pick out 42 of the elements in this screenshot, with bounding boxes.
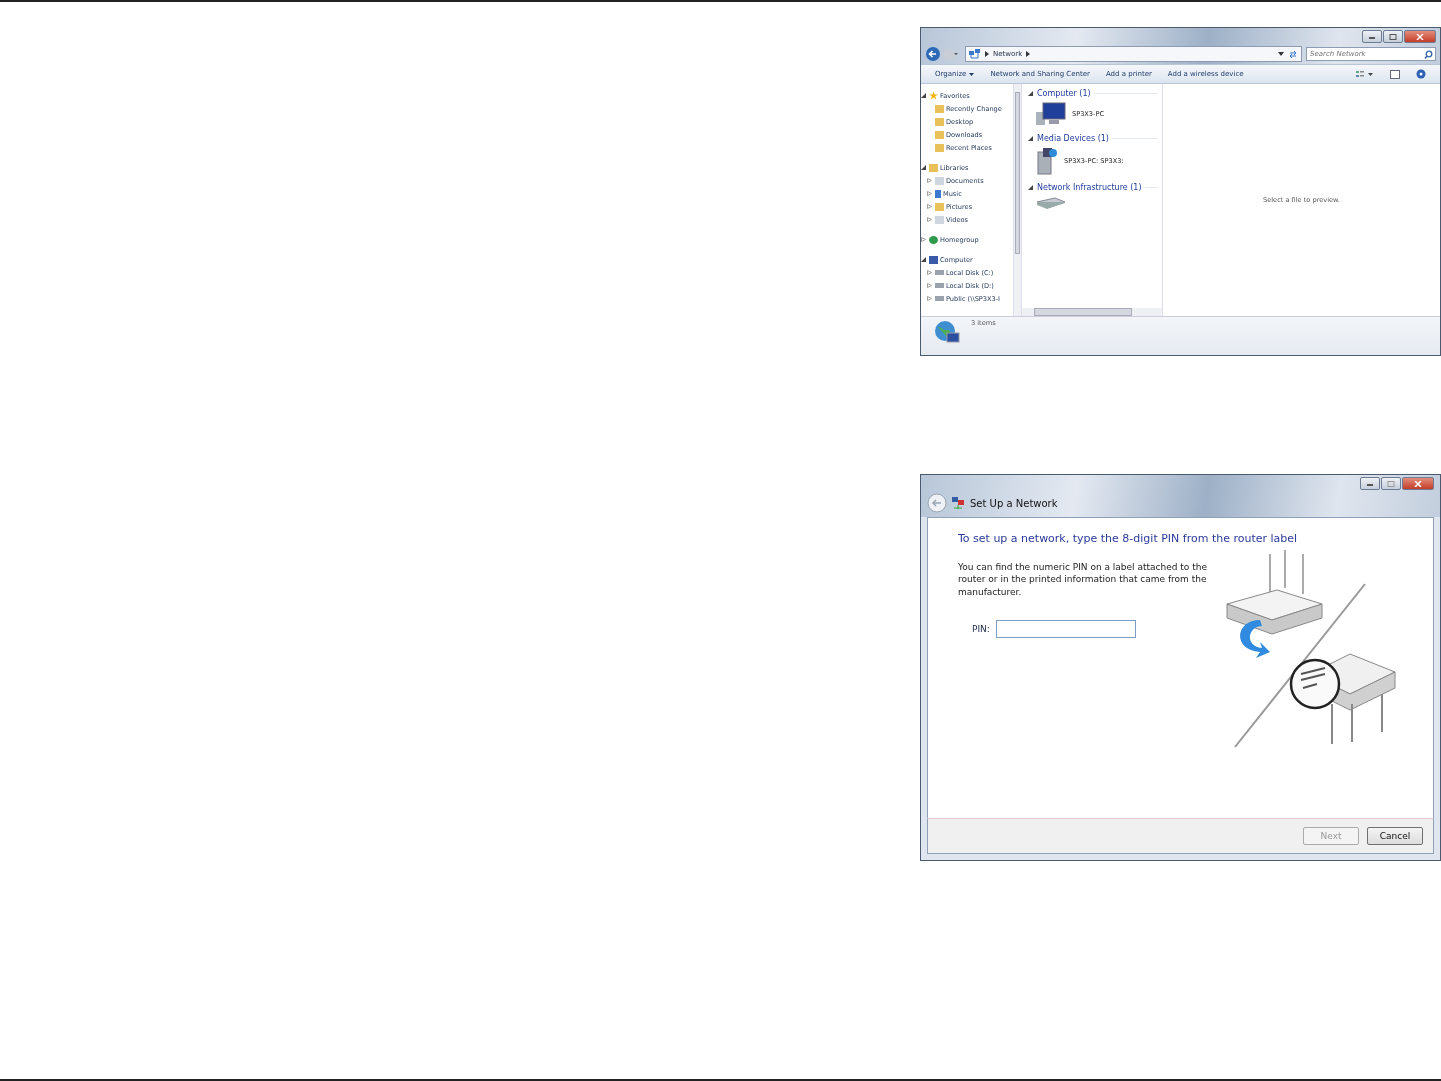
- expander-icon[interactable]: [1028, 136, 1034, 141]
- dialog-button[interactable]: Cancel: [1367, 827, 1423, 845]
- computer-icon: [1036, 102, 1066, 126]
- chevron-icon[interactable]: [1026, 51, 1031, 57]
- instruction-heading: To set up a network, type the 8-digit PIN from the router label: [958, 532, 1298, 547]
- maximize-icon: [1387, 480, 1395, 487]
- expander-icon[interactable]: [1028, 185, 1034, 190]
- search-icon[interactable]: [1424, 50, 1433, 59]
- expander-icon[interactable]: [1028, 91, 1034, 96]
- preview-pane-icon[interactable]: [1390, 69, 1400, 79]
- router-icon: [1036, 196, 1066, 210]
- network-icon: [969, 49, 981, 59]
- scrollbar[interactable]: [1013, 84, 1021, 316]
- maximize-button[interactable]: [1383, 30, 1403, 43]
- nav-item-icon: [929, 235, 938, 244]
- chevron-icon[interactable]: [985, 51, 989, 57]
- close-icon: [1414, 480, 1422, 487]
- group-header[interactable]: Network Infrastructure (1): [1037, 183, 1142, 192]
- minimize-button[interactable]: [1362, 30, 1382, 43]
- maximize-icon: [1389, 33, 1397, 40]
- maximize-button[interactable]: [1381, 477, 1401, 490]
- back-forward-icon[interactable]: [925, 46, 961, 62]
- dropdown-icon[interactable]: [1278, 52, 1284, 56]
- close-button[interactable]: [1404, 30, 1436, 43]
- instruction-text: You can find the numeric PIN on a label attached to the router or in the printed information that came from the manufacturer.: [958, 561, 1208, 598]
- pin-field[interactable]: [995, 619, 1136, 638]
- close-button[interactable]: [1402, 477, 1434, 490]
- expander-icon[interactable]: [921, 93, 927, 98]
- view-options-icon[interactable]: [1356, 69, 1374, 79]
- caret-icon: [969, 72, 975, 76]
- expander-icon[interactable]: [921, 257, 927, 262]
- pin-label: PIN:: [972, 623, 990, 634]
- network-setup-icon: [952, 497, 965, 509]
- refresh-icon[interactable]: [1288, 49, 1298, 59]
- help-icon[interactable]: [1416, 69, 1426, 79]
- media-device-icon: [1036, 147, 1058, 175]
- minimize-button[interactable]: [1360, 477, 1380, 490]
- group-header[interactable]: Media Devices (1): [1037, 134, 1109, 143]
- dialog-title: Set Up a Network: [970, 497, 1058, 509]
- expander-icon[interactable]: [921, 165, 927, 170]
- group-header[interactable]: Computer (1): [1037, 89, 1091, 98]
- close-icon: [1416, 33, 1424, 40]
